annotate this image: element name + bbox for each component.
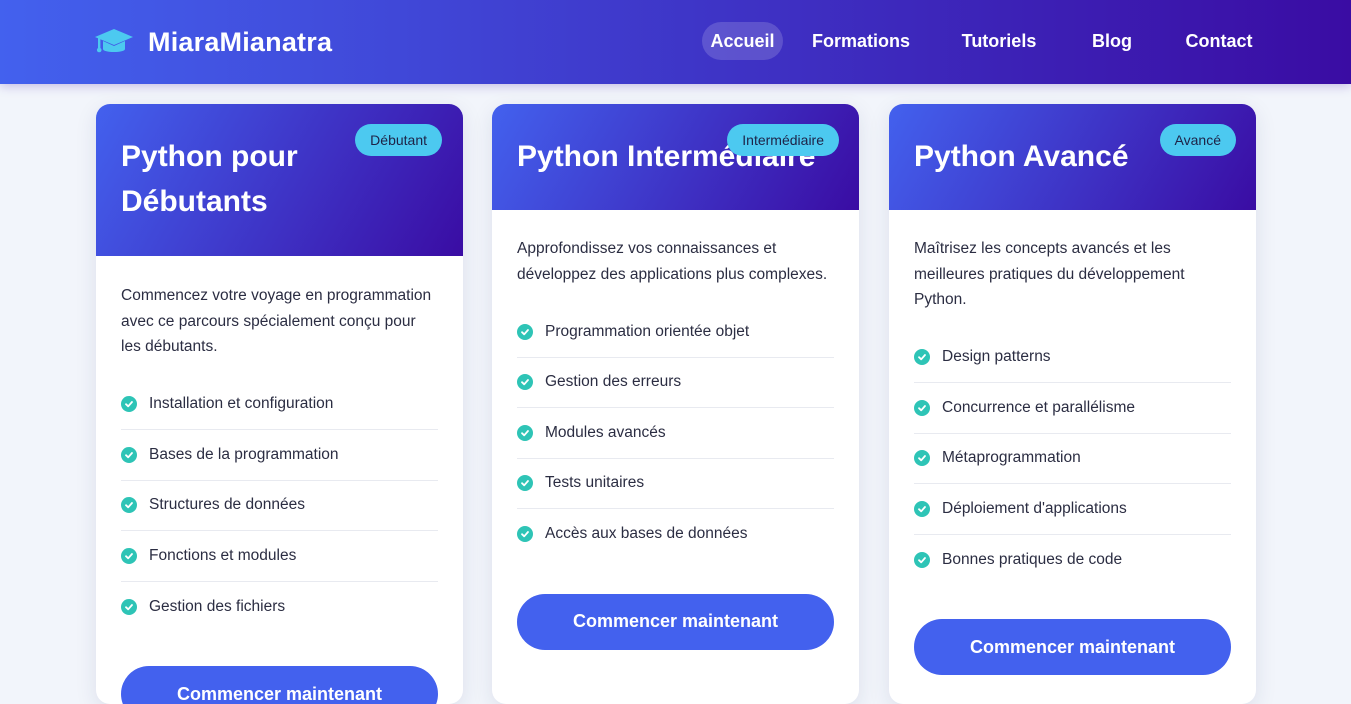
feature-item: Programmation orientée objet xyxy=(517,307,834,358)
feature-item: Concurrence et parallélisme xyxy=(914,383,1231,434)
feature-item: Déploiement d'applications xyxy=(914,484,1231,535)
level-badge: Débutant xyxy=(355,124,442,156)
feature-list: Design patterns Concurrence et paralléli… xyxy=(914,333,1231,586)
feature-item: Installation et configuration xyxy=(121,380,438,430)
course-description: Maîtrisez les concepts avancés et les me… xyxy=(914,240,1185,308)
check-circle-icon xyxy=(517,526,533,543)
feature-label: Modules avancés xyxy=(545,423,666,441)
feature-label: Métaprogrammation xyxy=(942,449,1081,467)
feature-label: Gestion des fichiers xyxy=(149,597,286,615)
check-circle-icon xyxy=(517,475,533,492)
check-circle-icon xyxy=(517,374,533,391)
feature-label: Accès aux bases de données xyxy=(545,525,748,543)
check-circle-icon xyxy=(517,424,533,441)
course-description: Commencez votre voyage en programmation … xyxy=(121,287,432,355)
feature-item: Design patterns xyxy=(914,333,1231,383)
nav-link-contact[interactable]: Contact xyxy=(1169,22,1269,60)
feature-label: Déploiement d'applications xyxy=(942,499,1127,517)
nav-link-blog[interactable]: Blog xyxy=(1072,22,1152,60)
feature-item: Bases de la programmation xyxy=(121,430,438,481)
course-title-line1: Python Avancé xyxy=(914,140,1129,173)
course-card-header: Python Intermédiaire Intermédiaire xyxy=(492,104,859,210)
feature-list: Programmation orientée objet Gestion des… xyxy=(517,307,834,560)
brand-name: MiaraMianatra xyxy=(148,26,333,57)
check-circle-icon xyxy=(914,399,930,416)
nav-link-tutoriels[interactable]: Tutoriels xyxy=(949,22,1049,60)
feature-label: Installation et configuration xyxy=(149,395,334,413)
course-card-header: Python Avancé Avancé xyxy=(889,104,1256,210)
feature-label: Bonnes pratiques de code xyxy=(942,550,1123,568)
course-card-body: Approfondissez vos connaissances et déve… xyxy=(492,236,859,650)
start-now-button[interactable]: Commencer maintenant xyxy=(517,593,834,650)
brand-logo[interactable]: MiaraMianatra xyxy=(94,24,332,60)
check-circle-icon xyxy=(517,323,533,340)
check-circle-icon xyxy=(914,349,930,366)
course-card-intermediaire: Python Intermédiaire Intermédiaire Appro… xyxy=(492,104,859,704)
check-circle-icon xyxy=(914,551,930,568)
check-circle-icon xyxy=(121,396,137,413)
check-circle-icon xyxy=(121,497,137,514)
feature-label: Concurrence et parallélisme xyxy=(942,398,1135,416)
course-card-body: Maîtrisez les concepts avancés et les me… xyxy=(889,236,1256,675)
feature-label: Structures de données xyxy=(149,496,305,514)
check-circle-icon xyxy=(914,450,930,467)
feature-item: Métaprogrammation xyxy=(914,434,1231,484)
course-card-body: Commencez votre voyage en programmation … xyxy=(96,283,463,704)
feature-item: Gestion des erreurs xyxy=(517,358,834,408)
feature-label: Programmation orientée objet xyxy=(545,322,750,340)
start-now-button[interactable]: Commencer maintenant xyxy=(914,619,1231,675)
course-card-header: Python pour Débutants Débutant xyxy=(96,104,463,256)
check-circle-icon xyxy=(121,446,137,463)
check-circle-icon xyxy=(121,547,137,564)
course-card-debutant: Python pour Débutants Débutant Commencez… xyxy=(96,104,463,704)
check-circle-icon xyxy=(914,500,930,517)
feature-label: Gestion des erreurs xyxy=(545,373,682,391)
feature-item: Accès aux bases de données xyxy=(517,509,834,560)
feature-list: Installation et configuration Bases de l… xyxy=(121,380,438,633)
start-now-button[interactable]: Commencer maintenant xyxy=(121,666,438,704)
graduation-cap-icon xyxy=(95,29,133,53)
navbar: MiaraMianatra Accueil Formations Tutorie… xyxy=(0,0,1351,84)
feature-item: Bonnes pratiques de code xyxy=(914,535,1231,586)
course-title-line1: Python pour xyxy=(121,140,298,173)
feature-label: Tests unitaires xyxy=(545,474,645,492)
feature-label: Design patterns xyxy=(942,348,1051,366)
check-circle-icon xyxy=(121,598,137,615)
nav-link-accueil[interactable]: Accueil xyxy=(702,22,783,60)
feature-item: Structures de données xyxy=(121,481,438,531)
course-card-avance: Python Avancé Avancé Maîtrisez les conce… xyxy=(889,104,1256,704)
feature-label: Fonctions et modules xyxy=(149,546,297,564)
level-badge: Avancé xyxy=(1159,124,1236,156)
course-title-line2: Débutants xyxy=(121,185,268,218)
course-description: Approfondissez vos connaissances et déve… xyxy=(517,240,828,283)
nav-link-formations[interactable]: Formations xyxy=(801,22,921,60)
feature-item: Tests unitaires xyxy=(517,459,834,509)
feature-item: Fonctions et modules xyxy=(121,531,438,582)
feature-item: Modules avancés xyxy=(517,408,834,459)
feature-item: Gestion des fichiers xyxy=(121,582,438,633)
feature-label: Bases de la programmation xyxy=(149,445,339,463)
level-badge: Intermédiaire xyxy=(727,124,839,156)
